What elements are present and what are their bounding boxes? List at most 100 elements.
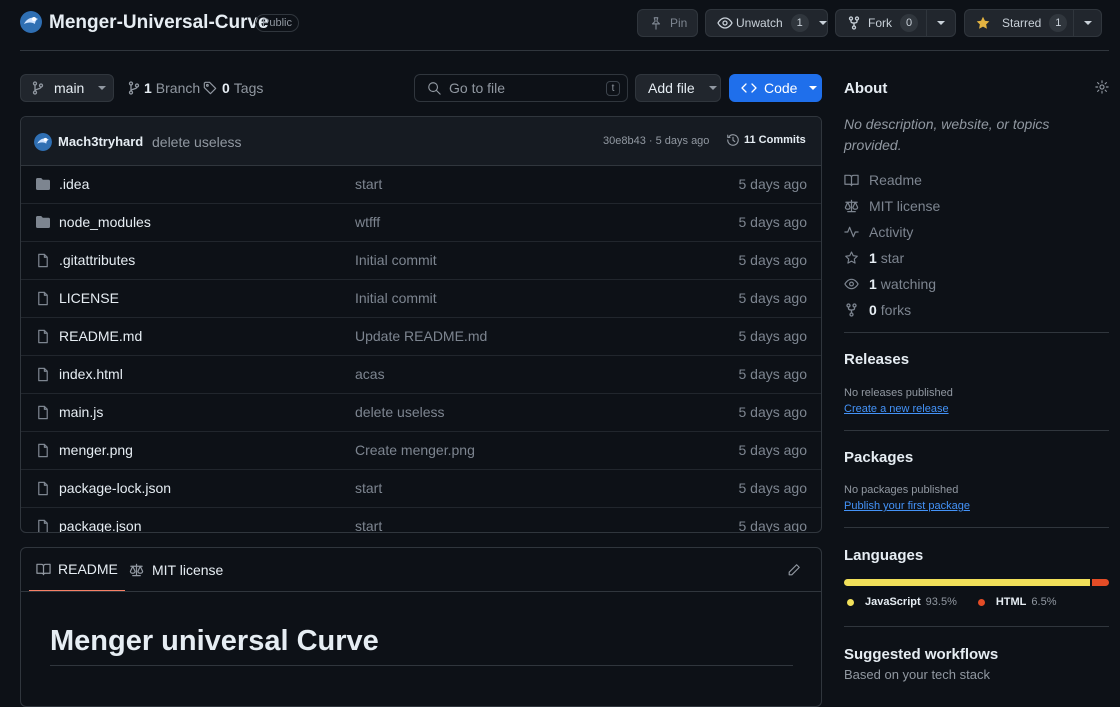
file-commit-message[interactable]: start <box>355 176 382 192</box>
file-commit-message[interactable]: start <box>355 518 382 532</box>
file-name-link[interactable]: menger.png <box>59 442 133 458</box>
suggested-workflows-subtitle: Based on your tech stack <box>844 667 990 682</box>
add-file-label: Add file <box>648 80 695 96</box>
file-name-link[interactable]: main.js <box>59 404 103 420</box>
add-file-button[interactable]: Add file <box>635 74 721 102</box>
chevron-down-icon[interactable] <box>818 18 828 28</box>
language-name: JavaScript <box>865 596 921 608</box>
file-table: Mach3tryhard delete useless 30e8b43 · 5 … <box>20 116 822 533</box>
language-legend-item[interactable]: HTML 6.5% <box>977 596 1056 608</box>
file-commit-message[interactable]: Initial commit <box>355 252 437 268</box>
file-name-link[interactable]: node_modules <box>59 214 151 230</box>
edit-readme-icon[interactable] <box>787 563 801 577</box>
file-name-link[interactable]: LICENSE <box>59 290 119 306</box>
language-legend-item[interactable]: JavaScript 93.5% <box>847 596 957 608</box>
license-tab[interactable]: MIT license <box>129 548 223 592</box>
file-commit-date: 5 days ago <box>738 518 808 533</box>
repo-name[interactable]: Menger-Universal-Curve <box>49 12 269 34</box>
go-to-file-input[interactable]: Go to file t <box>414 74 628 102</box>
file-commit-message[interactable]: Update README.md <box>355 328 487 344</box>
tag-label: Tags <box>233 80 264 96</box>
commit-author[interactable]: Mach3tryhard <box>58 134 143 149</box>
file-row[interactable]: node_modules wtfff 5 days ago <box>21 204 821 242</box>
forks-link[interactable]: 0 forks <box>844 302 911 318</box>
file-row[interactable]: README.md Update README.md 5 days ago <box>21 318 821 356</box>
author-avatar[interactable] <box>34 133 52 151</box>
pin-button[interactable]: Pin <box>637 9 698 37</box>
watching-link[interactable]: 1 watching <box>844 276 936 292</box>
releases-empty-text: No releases published <box>844 387 953 399</box>
readme-link[interactable]: Readme <box>844 172 922 188</box>
branch-label: Branch <box>155 80 201 96</box>
file-icon <box>35 329 51 344</box>
eye-icon <box>844 277 869 291</box>
file-commit-message[interactable]: Create menger.png <box>355 442 475 458</box>
releases-title[interactable]: Releases <box>844 351 909 368</box>
language-bar-segment[interactable] <box>844 579 1090 586</box>
file-name-link[interactable]: index.html <box>59 366 123 382</box>
stars-link[interactable]: 1 star <box>844 250 904 266</box>
star-menu-button[interactable] <box>1074 18 1101 28</box>
file-row[interactable]: LICENSE Initial commit 5 days ago <box>21 280 821 318</box>
activity-link-label: Activity <box>869 224 914 240</box>
repo-avatar[interactable] <box>20 11 42 33</box>
activity-link[interactable]: Activity <box>844 224 913 240</box>
about-title: About <box>844 80 888 97</box>
file-commit-message[interactable]: acas <box>355 366 385 382</box>
chevron-down-icon <box>1083 18 1093 28</box>
forks-label: forks <box>880 302 912 318</box>
commit-hash-time[interactable]: 30e8b43 · 5 days ago <box>603 135 709 147</box>
fork-count: 0 <box>900 14 918 32</box>
language-color-dot <box>977 598 985 606</box>
stars-count: 1 <box>869 250 877 266</box>
tags-link[interactable]: 0 Tags <box>203 80 263 96</box>
fork-menu-button[interactable] <box>927 18 955 28</box>
file-name-link[interactable]: package-lock.json <box>59 480 171 496</box>
folder-icon <box>35 215 51 229</box>
tag-icon <box>203 81 217 95</box>
file-icon <box>35 253 51 268</box>
readme-tab[interactable]: README <box>29 548 125 592</box>
file-commit-message[interactable]: wtfff <box>355 214 380 230</box>
file-row[interactable]: .gitattributes Initial commit 5 days ago <box>21 242 821 280</box>
commit-message[interactable]: delete useless <box>152 134 242 150</box>
about-settings-gear-icon[interactable] <box>1095 80 1109 94</box>
packages-title[interactable]: Packages <box>844 449 913 466</box>
file-name-link[interactable]: .idea <box>59 176 89 192</box>
file-row[interactable]: package-lock.json start 5 days ago <box>21 470 821 508</box>
language-bar <box>844 579 1109 586</box>
suggested-workflows-title: Suggested workflows <box>844 646 999 663</box>
branches-link[interactable]: 1 Branch <box>128 80 200 96</box>
file-row[interactable]: package.json start 5 days ago <box>21 508 821 533</box>
fork-button[interactable]: Fork 0 <box>836 10 926 36</box>
file-commit-message[interactable]: start <box>355 480 382 496</box>
folder-icon <box>35 177 51 191</box>
book-icon <box>844 173 869 187</box>
keyboard-shortcut-badge: t <box>606 80 620 96</box>
file-commit-message[interactable]: Initial commit <box>355 290 437 306</box>
file-name-link[interactable]: package.json <box>59 518 142 532</box>
file-commit-date: 5 days ago <box>738 442 808 458</box>
file-commit-date: 5 days ago <box>738 214 808 230</box>
language-percent: 93.5% <box>925 596 957 608</box>
unwatch-button[interactable]: Unwatch 1 <box>705 9 828 37</box>
language-bar-segment[interactable] <box>1091 579 1109 586</box>
publish-package-link[interactable]: Publish your first package <box>844 500 970 512</box>
scale-icon <box>844 199 869 213</box>
code-button[interactable]: Code <box>729 74 822 102</box>
file-name-link[interactable]: README.md <box>59 328 142 344</box>
file-commit-date: 5 days ago <box>738 176 808 192</box>
file-name-link[interactable]: .gitattributes <box>59 252 135 268</box>
branch-select[interactable]: main <box>20 74 114 102</box>
file-commit-message[interactable]: delete useless <box>355 404 445 420</box>
file-row[interactable]: index.html acas 5 days ago <box>21 356 821 394</box>
file-row[interactable]: .idea start 5 days ago <box>21 166 821 204</box>
file-commit-date: 5 days ago <box>738 404 808 420</box>
file-row[interactable]: menger.png Create menger.png 5 days ago <box>21 432 821 470</box>
license-link[interactable]: MIT license <box>844 198 940 214</box>
commits-link[interactable]: 11 Commits <box>726 133 806 147</box>
starred-button[interactable]: Starred 1 <box>965 10 1073 36</box>
file-row[interactable]: main.js delete useless 5 days ago <box>21 394 821 432</box>
fork-button-group: Fork 0 <box>835 9 956 37</box>
create-release-link[interactable]: Create a new release <box>844 403 949 415</box>
